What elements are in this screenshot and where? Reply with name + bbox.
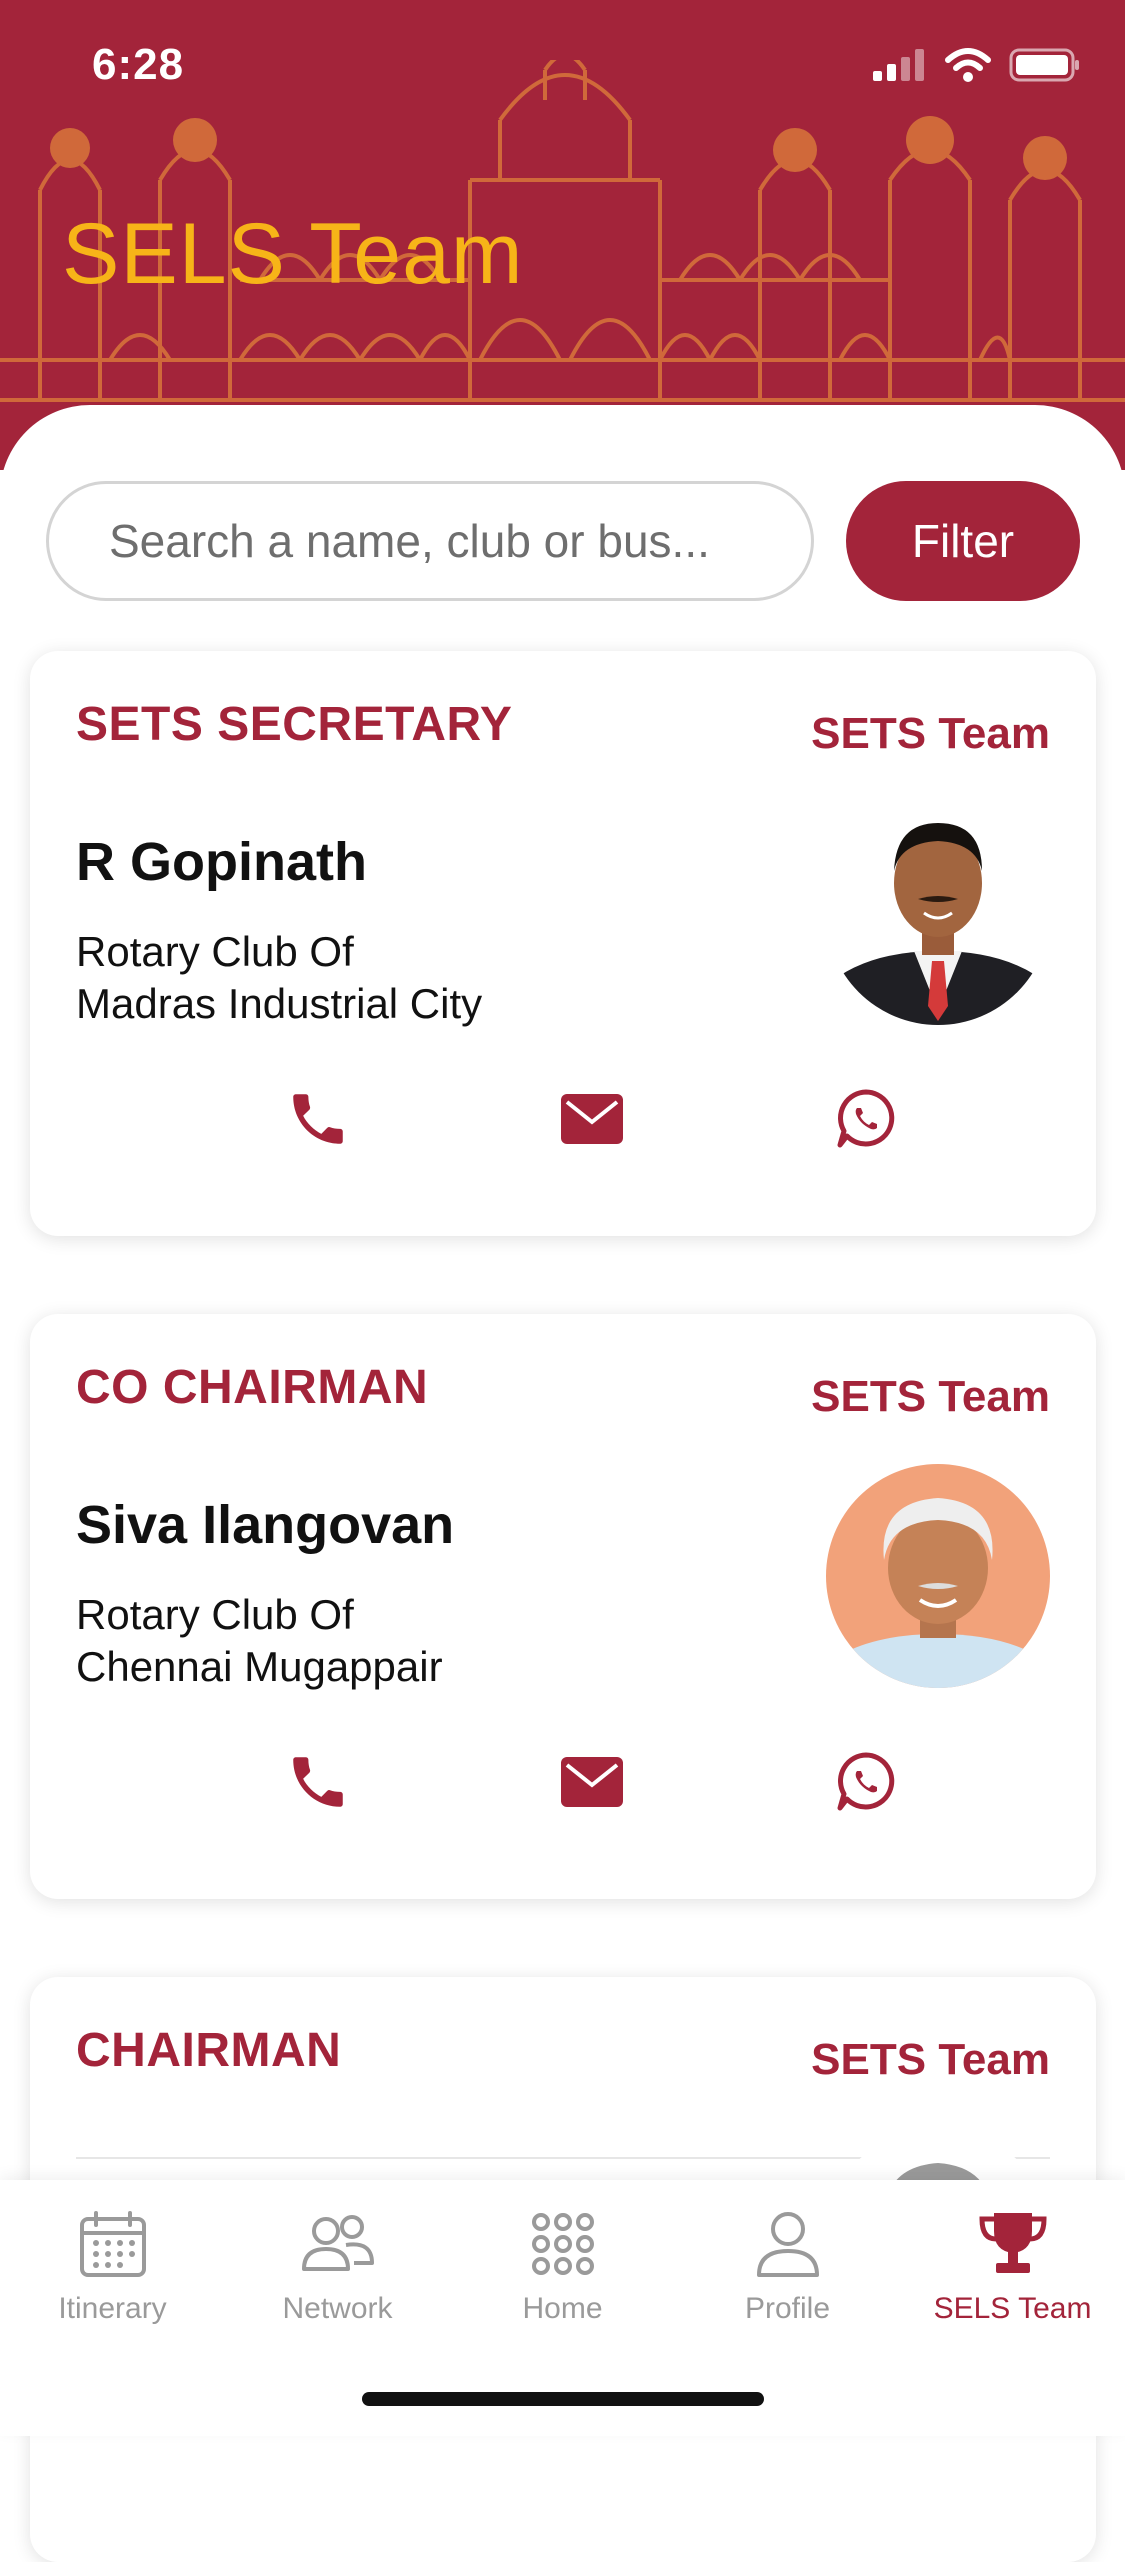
- people-icon: [301, 2215, 374, 2271]
- search-input[interactable]: Search a name, club or bus...: [46, 481, 814, 601]
- home-indicator: [362, 2392, 764, 2406]
- header-banner: 6:28 SELS Team: [0, 0, 1125, 470]
- phone-icon: [293, 1094, 343, 1144]
- tab-label: Itinerary: [58, 2292, 167, 2325]
- search-placeholder: Search a name, club or bus...: [109, 515, 710, 567]
- member-team: SETS Team: [811, 709, 1050, 758]
- grid-icon: [531, 2213, 594, 2275]
- member-club: Rotary Club Of Madras Industrial City: [76, 926, 482, 1030]
- member-club-line2: Chennai Mugappair: [76, 1643, 443, 1690]
- member-club-line2: Madras Industrial City: [76, 980, 483, 1027]
- member-photo: [826, 801, 1050, 1025]
- tab-itinerary[interactable]: Itinerary: [0, 2204, 225, 2344]
- calendar-icon: [79, 2211, 146, 2277]
- member-name: Siva Ilangovan: [76, 1495, 455, 1555]
- email-button[interactable]: [552, 1742, 632, 1822]
- call-button[interactable]: [278, 1742, 358, 1822]
- tab-home[interactable]: Home: [450, 2204, 675, 2344]
- tab-sels-team[interactable]: SELS Team: [900, 2204, 1125, 2344]
- tab-label: SELS Team: [933, 2292, 1092, 2325]
- member-club-line1: Rotary Club Of: [76, 1591, 354, 1638]
- whatsapp-icon: [837, 1752, 895, 1811]
- member-club-line1: Rotary Club Of: [76, 928, 354, 975]
- whatsapp-button[interactable]: [826, 1079, 906, 1159]
- battery-icon: [1009, 48, 1079, 82]
- tab-network[interactable]: Network: [225, 2204, 450, 2344]
- member-role: CO CHAIRMAN: [76, 1361, 429, 1414]
- filter-button[interactable]: Filter: [846, 481, 1080, 601]
- member-team: SETS Team: [811, 2035, 1050, 2084]
- member-role: CHAIRMAN: [76, 2024, 342, 2077]
- member-name: R Gopinath: [76, 832, 367, 892]
- email-button[interactable]: [552, 1079, 632, 1159]
- status-icons: [873, 48, 1081, 82]
- mail-icon: [561, 1757, 623, 1807]
- member-club: Rotary Club Of Chennai Mugappair: [76, 1589, 443, 1693]
- trophy-icon: [978, 2213, 1047, 2273]
- tab-profile[interactable]: Profile: [675, 2204, 900, 2344]
- member-card[interactable]: CO CHAIRMAN SETS Team Siva Ilangovan Rot…: [30, 1314, 1096, 1899]
- whatsapp-icon: [837, 1089, 895, 1148]
- person-icon: [756, 2212, 819, 2277]
- tab-label: Network: [282, 2292, 393, 2325]
- status-time: 6:28: [92, 40, 185, 89]
- tab-label: Home: [522, 2292, 603, 2325]
- member-photo: [826, 1464, 1050, 1688]
- wifi-icon: [945, 48, 991, 82]
- phone-icon: [293, 1757, 343, 1807]
- whatsapp-button[interactable]: [826, 1742, 906, 1822]
- member-card[interactable]: SETS SECRETARY SETS Team R Gopinath Rota…: [30, 651, 1096, 1236]
- signal-icon: [873, 49, 924, 81]
- tab-label: Profile: [744, 2292, 831, 2325]
- call-button[interactable]: [278, 1079, 358, 1159]
- member-team: SETS Team: [811, 1372, 1050, 1421]
- mail-icon: [561, 1094, 623, 1144]
- member-actions: [30, 1742, 1096, 1822]
- member-role: SETS SECRETARY: [76, 698, 513, 751]
- member-actions: [30, 1079, 1096, 1159]
- page-title: SELS Team: [62, 206, 524, 302]
